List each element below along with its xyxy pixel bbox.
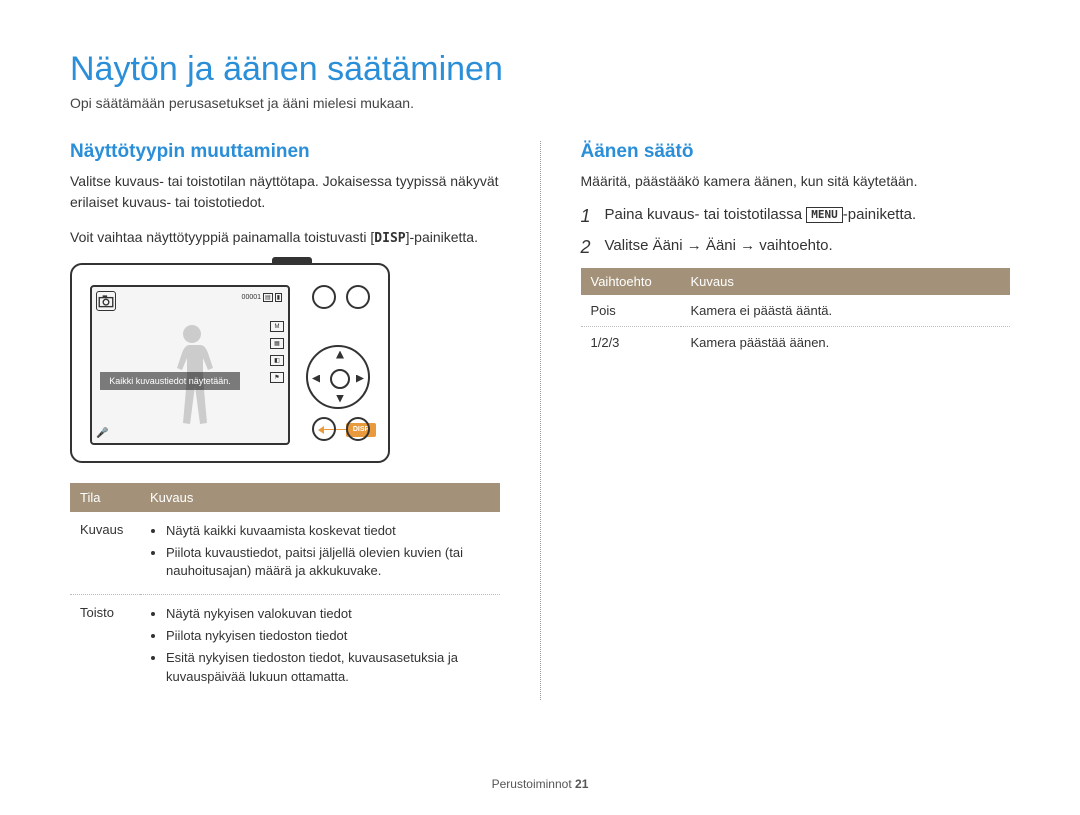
sd-icon: ▤ (263, 293, 273, 302)
table-row: 1/2/3 Kamera päästää äänen. (581, 327, 1011, 359)
dpad-center (330, 369, 350, 389)
step1-prefix: Paina kuvaus- tai toistotilassa (605, 206, 807, 223)
camera-bottom-buttons (312, 417, 370, 441)
left-p2-prefix: Voit vaihtaa näyttötyyppiä painamalla to… (70, 229, 374, 245)
page-number: 21 (575, 777, 588, 791)
step-2: 2 Valitse Ääni → Ääni → vaihtoehto. (581, 237, 1011, 258)
step-number: 2 (581, 237, 595, 258)
camera-button-b (346, 285, 370, 309)
right-column: Äänen säätö Määritä, päästääkö kamera ää… (540, 141, 1011, 700)
sound-options-table: Vaihtoehto Kuvaus Pois Kamera ei päästä … (581, 268, 1011, 358)
desc-cell: Kamera päästää äänen. (681, 327, 1011, 359)
columns: Näyttötyypin muuttaminen Valitse kuvaus-… (70, 141, 1010, 700)
display-type-table: Tila Kuvaus Kuvaus Näytä kaikki kuvaamis… (70, 483, 500, 700)
step1-suffix: -painiketta. (843, 206, 916, 223)
list-item: Piilota nykyisen tiedoston tiedot (166, 627, 490, 645)
camera-button-c (312, 417, 336, 441)
page-footer: Perustoiminnot 21 (0, 777, 1080, 791)
left-p1: Valitse kuvaus- tai toistotilan näyttöta… (70, 171, 500, 213)
page-subtitle: Opi säätämään perusasetukset ja ääni mie… (70, 95, 1010, 111)
camera-dpad: DISP (306, 345, 370, 409)
camera-button-d (346, 417, 370, 441)
dpad-down-icon (336, 395, 344, 403)
left-column: Näyttötyypin muuttaminen Valitse kuvaus-… (70, 141, 500, 700)
mode-cell: Kuvaus (70, 512, 140, 595)
footer-label: Perustoiminnot (492, 777, 572, 791)
table-row: Toisto Näytä nykyisen valokuvan tiedot P… (70, 595, 500, 700)
table-row: Kuvaus Näytä kaikki kuvaamista koskevat … (70, 512, 500, 595)
option-cell: 1/2/3 (581, 327, 681, 359)
left-p2-suffix: ]-painiketta. (406, 229, 478, 245)
disp-key-label: DISP (374, 231, 405, 246)
lcd-right-icons: M ▦ ◧ ⚑ (270, 321, 284, 383)
left-p2: Voit vaihtaa näyttötyyppiä painamalla to… (70, 227, 500, 249)
step-1: 1 Paina kuvaus- tai toistotilassa MENU-p… (581, 206, 1011, 227)
list-item: Piilota kuvaustiedot, paitsi jäljellä ol… (166, 544, 490, 580)
camera-top-buttons (312, 285, 370, 309)
desc-cell: Näytä kaikki kuvaamista koskevat tiedot … (140, 512, 500, 595)
mode-cell: Toisto (70, 595, 140, 700)
page: Näytön ja äänen säätäminen Opi säätämään… (0, 0, 1080, 730)
desc-cell: Kamera ei päästä ääntä. (681, 295, 1011, 327)
left-section-title: Näyttötyypin muuttaminen (70, 141, 500, 163)
step-text: Paina kuvaus- tai toistotilassa MENU-pai… (605, 206, 917, 223)
col-header-desc: Kuvaus (681, 268, 1011, 295)
list-item: Esitä nykyisen tiedoston tiedot, kuvausa… (166, 649, 490, 685)
right-section-title: Äänen säätö (581, 141, 1011, 163)
list-item: Näytä kaikki kuvaamista koskevat tiedot (166, 522, 490, 540)
camera-button-a (312, 285, 336, 309)
right-p1: Määritä, päästääkö kamera äänen, kun sit… (581, 171, 1011, 192)
table-row: Pois Kamera ei päästä ääntä. (581, 295, 1011, 327)
col-header-desc: Kuvaus (140, 483, 500, 512)
dpad-left-icon (312, 375, 320, 383)
menu-key-label: MENU (806, 207, 843, 223)
battery-icon: ▮ (275, 293, 282, 302)
dpad-right-icon (356, 375, 364, 383)
col-header-option: Vaihtoehto (581, 268, 681, 295)
lcd-status-row: 00001 ▤ ▮ (242, 293, 282, 302)
camera-lcd: 00001 ▤ ▮ M ▦ ◧ ⚑ Kaikki kuvaustiedot nä… (90, 285, 290, 445)
step-number: 1 (581, 206, 595, 227)
page-title: Näytön ja äänen säätäminen (70, 50, 1010, 89)
desc-cell: Näytä nykyisen valokuvan tiedot Piilota … (140, 595, 500, 700)
camera-diagram: 00001 ▤ ▮ M ▦ ◧ ⚑ Kaikki kuvaustiedot nä… (70, 263, 390, 463)
step-text: Valitse Ääni → Ääni → vaihtoehto. (605, 237, 833, 254)
mic-icon: 🎤 (96, 428, 108, 439)
resolution-icon: M (270, 321, 284, 332)
mode-square-icon: ◧ (270, 355, 284, 366)
lcd-counter: 00001 (242, 294, 261, 301)
dpad-ring (306, 345, 370, 409)
quality-icon: ▦ (270, 338, 284, 349)
dpad-up-icon (336, 351, 344, 359)
flag-icon: ⚑ (270, 372, 284, 383)
option-cell: Pois (581, 295, 681, 327)
col-header-mode: Tila (70, 483, 140, 512)
camera-icon (96, 291, 116, 311)
list-item: Näytä nykyisen valokuvan tiedot (166, 605, 490, 623)
lcd-caption: Kaikki kuvaustiedot näytetään. (100, 372, 240, 390)
